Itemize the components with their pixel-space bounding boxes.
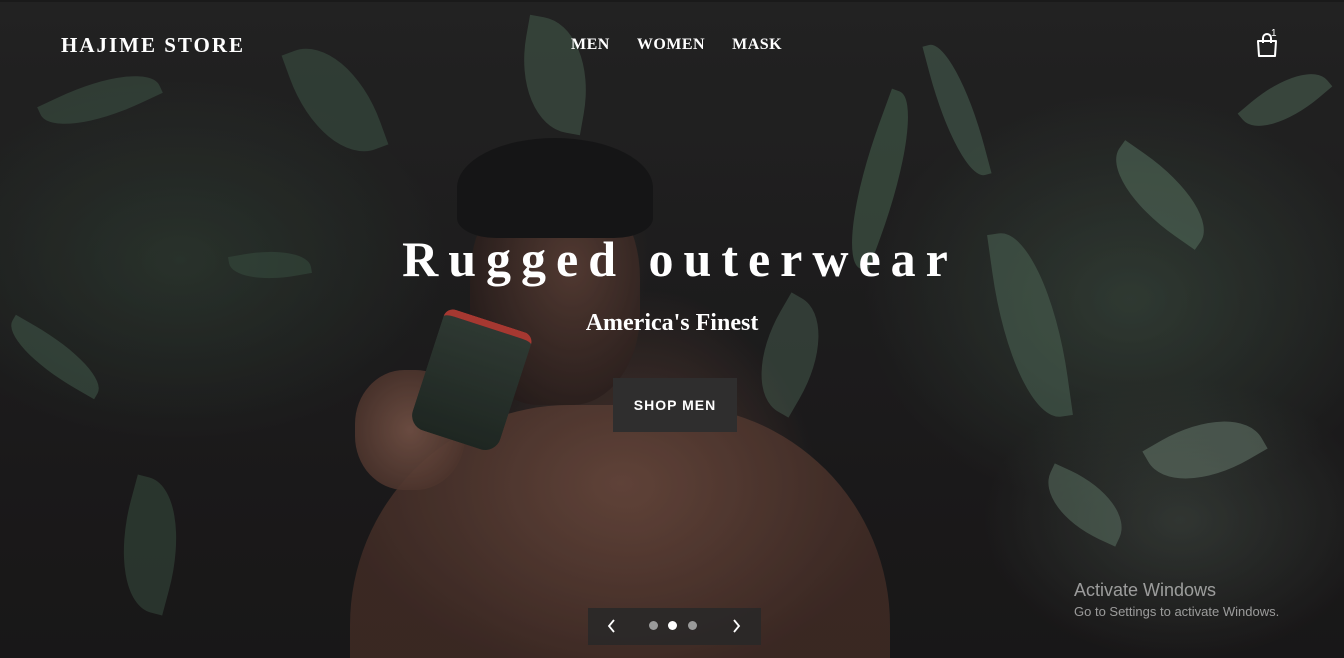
nav-link-mask[interactable]: MASK bbox=[732, 36, 782, 54]
nav-link-men[interactable]: MEN bbox=[571, 36, 610, 54]
chevron-right-icon[interactable] bbox=[726, 616, 746, 636]
slide-dot-active[interactable] bbox=[668, 621, 677, 630]
slide-dot[interactable] bbox=[688, 621, 697, 630]
slide-dot[interactable] bbox=[649, 621, 658, 630]
chevron-left-icon[interactable] bbox=[602, 616, 622, 636]
hero-subtitle: America's Finest bbox=[585, 310, 759, 336]
cart-count-badge: 1 bbox=[1271, 28, 1277, 39]
main-nav: MEN WOMEN MASK bbox=[571, 36, 782, 54]
watermark-subtitle: Go to Settings to activate Windows. bbox=[1074, 604, 1280, 619]
windows-activation-watermark: Activate Windows Go to Settings to activ… bbox=[1074, 580, 1279, 619]
site-header: HAJIME STORE MEN WOMEN MASK 1 bbox=[0, 0, 1344, 90]
shop-men-button[interactable]: SHOP MEN bbox=[613, 378, 737, 432]
shopping-bag-icon[interactable] bbox=[1255, 32, 1281, 60]
store-logo[interactable]: HAJIME STORE bbox=[61, 33, 245, 58]
watermark-title: Activate Windows bbox=[1074, 580, 1217, 600]
nav-link-women[interactable]: WOMEN bbox=[637, 36, 705, 54]
hero-title: Rugged outerwear bbox=[402, 231, 958, 287]
slider-controls bbox=[588, 608, 761, 645]
